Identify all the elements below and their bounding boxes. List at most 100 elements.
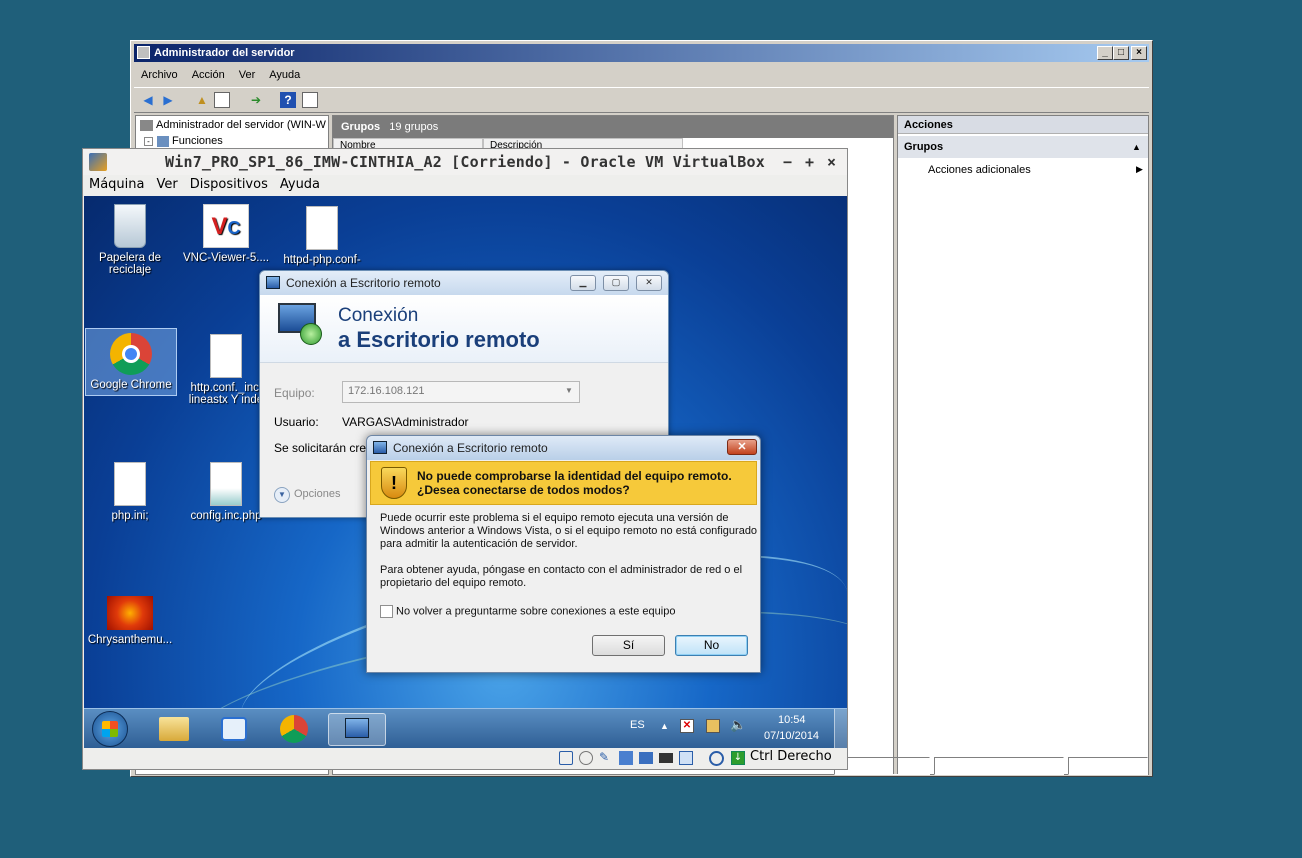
mouse-integration-icon[interactable]	[709, 751, 724, 766]
certificate-warning-dialog: Conexión a Escritorio remoto ✕ ! No pued…	[366, 435, 761, 673]
help-icon[interactable]: ?	[280, 92, 296, 108]
paragraph-1-line-3: para admitir la autenticación de servido…	[380, 538, 578, 550]
network-adapter-icon[interactable]	[619, 751, 633, 765]
volume-icon[interactable]: 🔈	[730, 717, 746, 733]
maximize-button[interactable]: □	[1113, 46, 1129, 60]
desktop-icon-recycle-bin[interactable]: Papelera de reciclaje	[84, 204, 178, 276]
export-list-icon[interactable]: ➔	[248, 92, 264, 108]
rdp-minimize-button[interactable]: ▁	[570, 275, 596, 291]
groups-header: Grupos 19 grupos	[333, 116, 893, 138]
minimize-button[interactable]: _	[1097, 46, 1113, 60]
taskbar-media-player[interactable]	[206, 713, 264, 746]
httpconf-label: http.conf._incl lineastx Y inde	[188, 382, 264, 406]
status-panel-2	[934, 757, 1064, 775]
status-panel-3	[1068, 757, 1148, 775]
expand-icon[interactable]: -	[144, 137, 153, 146]
folder-icon	[159, 717, 189, 741]
vb-menu-ver[interactable]: Ver	[151, 175, 184, 194]
clock-date[interactable]: 07/10/2014	[764, 730, 819, 742]
dont-ask-checkbox-row[interactable]: No volver a preguntarme sobre conexiones…	[380, 605, 675, 618]
show-hidden-icons-icon[interactable]: ▲	[660, 721, 669, 731]
chrysanthemum-label: Chrysanthemu...	[87, 634, 173, 646]
rdp-maximize-button[interactable]: ▢	[603, 275, 629, 291]
server-manager-titlebar[interactable]: Administrador del servidor	[134, 44, 1149, 62]
desktop-icon-phpini[interactable]: php.ini;	[84, 462, 178, 522]
tree-item-funciones[interactable]: - Funciones	[144, 135, 223, 147]
forward-arrow-icon[interactable]: ▶	[160, 92, 176, 108]
up-folder-icon[interactable]: ▲	[194, 92, 210, 108]
vb-maximize-icon[interactable]: +	[805, 149, 814, 175]
server-manager-menubar: Archivo Acción Ver Ayuda	[134, 65, 307, 85]
rdp-heading-line1: Conexión	[338, 305, 419, 326]
rdp-close-button[interactable]: ✕	[636, 275, 662, 291]
no-button[interactable]: No	[675, 635, 748, 656]
rdp-title-icon	[266, 276, 280, 289]
action-center-icon[interactable]: ✕	[680, 719, 694, 733]
dont-ask-checkbox[interactable]	[380, 605, 393, 618]
menu-ayuda[interactable]: Ayuda	[262, 65, 307, 85]
language-indicator[interactable]: ES	[630, 719, 645, 731]
vb-menu-dispositivos[interactable]: Dispositivos	[184, 175, 274, 194]
menu-archivo[interactable]: Archivo	[134, 65, 185, 85]
properties-icon[interactable]	[302, 92, 318, 108]
display-icon[interactable]	[679, 751, 693, 765]
taskbar-chrome[interactable]	[266, 713, 324, 746]
actions-group-header[interactable]: Grupos ▲	[898, 136, 1148, 158]
desktop-icon-chrome[interactable]: Google Chrome	[85, 328, 177, 396]
vb-menu-maquina[interactable]: Máquina	[83, 175, 151, 194]
taskbar-remote-desktop[interactable]	[328, 713, 386, 746]
warning-titlebar[interactable]: Conexión a Escritorio remoto	[367, 436, 760, 460]
dropdown-arrow-icon[interactable]: ▼	[565, 386, 573, 395]
options-toggle[interactable]: ▼ Opciones	[274, 487, 340, 503]
options-label: Opciones	[294, 488, 341, 500]
actions-more-item[interactable]: Acciones adicionales ▶	[928, 164, 1143, 176]
host-key-icon[interactable]: ↓	[731, 751, 745, 765]
desktop-icon-httpd[interactable]: httpd-php.conf-	[274, 206, 370, 266]
yes-button[interactable]: Sí	[592, 635, 665, 656]
warning-title-icon	[373, 441, 387, 454]
desktop-icon-vnc[interactable]: VC VNC-Viewer-5....	[178, 204, 274, 264]
close-button[interactable]: ×	[1131, 46, 1147, 60]
network-icon[interactable]	[706, 719, 720, 733]
collapse-icon[interactable]: ▲	[1132, 136, 1141, 158]
warning-close-button[interactable]: ✕	[727, 439, 757, 455]
warning-banner: ! No puede comprobarse la identidad del …	[370, 461, 757, 505]
vb-minimize-icon[interactable]: −	[783, 149, 792, 175]
usuario-value: VARGAS\Administrador	[342, 415, 469, 429]
server-manager-app-icon	[137, 46, 150, 59]
document-icon	[114, 462, 146, 506]
show-hide-tree-icon[interactable]	[214, 92, 230, 108]
taskbar-explorer[interactable]	[146, 713, 204, 746]
tree-root-item[interactable]: Administrador del servidor (WIN-W	[140, 119, 326, 131]
desktop-icon-chrysanthemum[interactable]: Chrysanthemu...	[84, 596, 178, 646]
server-icon	[140, 119, 153, 131]
menu-ver[interactable]: Ver	[232, 65, 263, 85]
roles-icon	[157, 135, 169, 147]
virtualbox-titlebar[interactable]: Win7_PRO_SP1_86_IMW-CINTHIA_A2 [Corriend…	[83, 149, 847, 175]
video-capture-icon[interactable]	[659, 753, 673, 763]
show-desktop-button[interactable]	[834, 709, 847, 748]
start-button[interactable]	[92, 711, 128, 747]
virtualbox-statusbar: ✎ ↓ Ctrl Derecho	[83, 749, 847, 769]
expand-circle-icon: ▼	[274, 487, 290, 503]
vb-menu-ayuda[interactable]: Ayuda	[274, 175, 326, 194]
status-panel-1	[834, 757, 930, 775]
actions-header: Acciones	[898, 116, 1148, 134]
flower-image-icon	[107, 596, 153, 630]
clock-time[interactable]: 10:54	[778, 714, 806, 726]
rdp-heading-line2: a Escritorio remoto	[338, 327, 540, 352]
shared-folder-icon[interactable]	[639, 752, 653, 764]
hdd-icon[interactable]	[559, 751, 573, 765]
vb-close-icon[interactable]: ×	[827, 149, 836, 175]
equipo-combobox[interactable]: 172.16.108.121 ▼	[342, 381, 580, 403]
tree-root-label: Administrador del servidor (WIN-W	[156, 119, 326, 131]
optical-drive-icon[interactable]	[579, 751, 593, 765]
warning-headline: No puede comprobarse la identidad del eq…	[417, 469, 732, 497]
vnc-label: VNC-Viewer-5....	[182, 252, 270, 264]
equipo-value: 172.16.108.121	[348, 385, 425, 397]
back-arrow-icon[interactable]: ◀	[140, 92, 156, 108]
rdp-title: Conexión a Escritorio remoto	[286, 276, 441, 290]
menu-accion[interactable]: Acción	[185, 65, 232, 85]
document-icon	[210, 334, 242, 378]
usb-icon[interactable]: ✎	[599, 750, 609, 764]
